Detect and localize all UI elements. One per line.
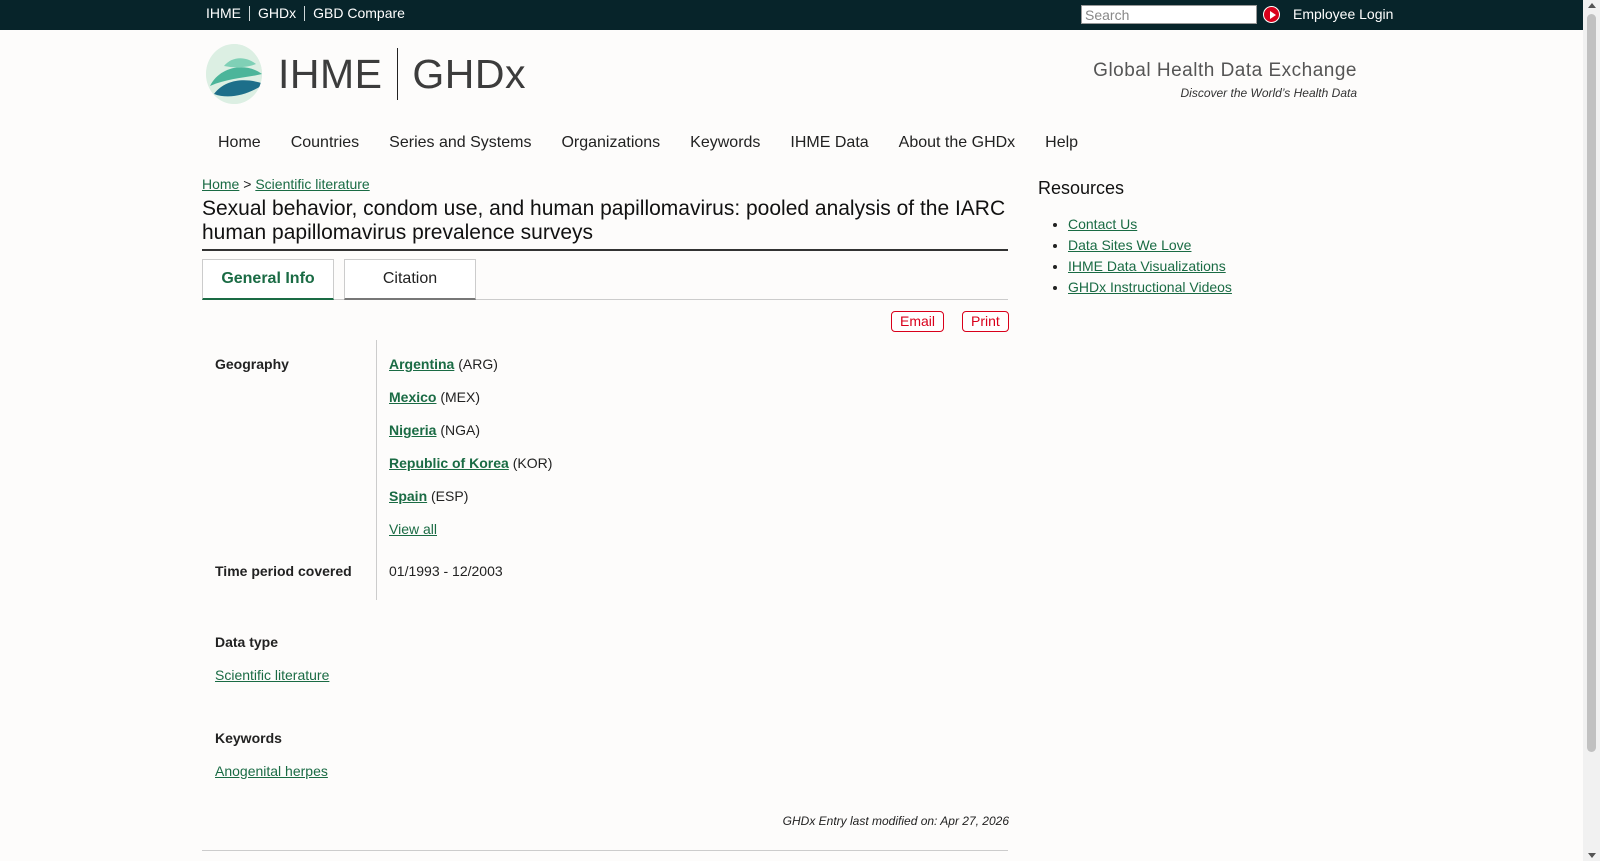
resource-link-visualizations[interactable]: IHME Data Visualizations xyxy=(1068,258,1226,274)
top-bar: IHME GHDx GBD Compare Employee Login xyxy=(0,0,1583,30)
logo-ihme-text: IHME xyxy=(278,50,383,97)
logo-ghdx-text: GHDx xyxy=(412,50,526,97)
field-divider xyxy=(376,340,377,600)
scroll-down-arrow-icon[interactable] xyxy=(1588,853,1596,858)
search-submit-button[interactable] xyxy=(1263,6,1280,23)
data-type-link[interactable]: Scientific literature xyxy=(215,667,329,683)
view-all-link[interactable]: View all xyxy=(389,521,437,537)
breadcrumb-separator: > xyxy=(243,176,252,192)
top-link-gbd-compare[interactable]: GBD Compare xyxy=(304,6,413,21)
keywords-label: Keywords xyxy=(215,730,282,746)
resource-link-contact-us[interactable]: Contact Us xyxy=(1068,216,1137,232)
country-link-argentina[interactable]: Argentina xyxy=(389,356,454,372)
country-code: (NGA) xyxy=(440,422,481,438)
resources-list: Contact Us Data Sites We Love IHME Data … xyxy=(1068,214,1232,298)
tab-general-info[interactable]: General Info xyxy=(202,259,334,300)
resource-link-videos[interactable]: GHDx Instructional Videos xyxy=(1068,279,1232,295)
scrollbar-thumb[interactable] xyxy=(1587,14,1596,752)
tagline-title: Global Health Data Exchange xyxy=(1093,60,1357,81)
time-period-label: Time period covered xyxy=(215,563,352,579)
country-link-mexico[interactable]: Mexico xyxy=(389,389,436,405)
resource-item: IHME Data Visualizations xyxy=(1068,256,1232,277)
nav-countries[interactable]: Countries xyxy=(276,132,374,154)
top-links: IHME GHDx GBD Compare xyxy=(206,6,413,21)
tagline-subtitle: Discover the World’s Health Data xyxy=(1180,86,1357,100)
resource-item: Data Sites We Love xyxy=(1068,235,1232,256)
data-type-label: Data type xyxy=(215,634,279,650)
nav-series-and-systems[interactable]: Series and Systems xyxy=(374,132,546,154)
country-code: (ESP) xyxy=(431,488,469,504)
nav-home[interactable]: Home xyxy=(203,132,276,154)
vertical-scrollbar[interactable] xyxy=(1583,0,1600,861)
keyword-link[interactable]: Anogenital herpes xyxy=(215,763,328,779)
breadcrumb-current-link[interactable]: Scientific literature xyxy=(255,176,369,192)
country-link-republic-of-korea[interactable]: Republic of Korea xyxy=(389,455,509,471)
country-link-nigeria[interactable]: Nigeria xyxy=(389,422,436,438)
nav-ihme-data[interactable]: IHME Data xyxy=(775,132,883,154)
geography-item: Nigeria (NGA) xyxy=(389,422,480,438)
nav-organizations[interactable]: Organizations xyxy=(546,132,675,154)
geography-item: Mexico (MEX) xyxy=(389,389,480,405)
breadcrumb: Home > Scientific literature xyxy=(202,176,370,192)
geography-item: Argentina (ARG) xyxy=(389,356,498,372)
nav-help[interactable]: Help xyxy=(1030,132,1093,154)
employee-login-link[interactable]: Employee Login xyxy=(1293,6,1393,22)
top-link-ihme[interactable]: IHME xyxy=(206,6,249,21)
search-input[interactable] xyxy=(1081,5,1257,24)
breadcrumb-home-link[interactable]: Home xyxy=(202,176,239,192)
country-code: (KOR) xyxy=(512,455,553,471)
email-button[interactable]: Email xyxy=(891,311,945,332)
geography-item: Spain (ESP) xyxy=(389,488,468,504)
country-link-spain[interactable]: Spain xyxy=(389,488,427,504)
last-modified-text: GHDx Entry last modified on: Apr 27, 202… xyxy=(782,814,1009,828)
play-arrow-icon xyxy=(1269,10,1276,19)
ihme-leaf-icon xyxy=(206,44,263,104)
main-nav: Home Countries Series and Systems Organi… xyxy=(203,132,1093,154)
country-code: (MEX) xyxy=(440,389,481,405)
logo-divider xyxy=(396,48,399,100)
content-divider xyxy=(202,850,1008,851)
scroll-up-arrow-icon[interactable] xyxy=(1588,3,1596,8)
tab-citation[interactable]: Citation xyxy=(344,259,476,300)
print-button[interactable]: Print xyxy=(962,311,1009,332)
resources-title: Resources xyxy=(1038,178,1125,198)
time-period-value: 01/1993 - 12/2003 xyxy=(389,563,503,579)
site-logo[interactable]: IHME GHDx xyxy=(206,44,526,104)
country-code: (ARG) xyxy=(458,356,498,372)
geography-label: Geography xyxy=(215,356,289,372)
tagline: Global Health Data Exchange Discover the… xyxy=(1093,60,1357,100)
nav-about-the-ghdx[interactable]: About the GHDx xyxy=(884,132,1031,154)
geography-view-all-row: View all xyxy=(389,521,437,537)
resource-item: Contact Us xyxy=(1068,214,1232,235)
nav-keywords[interactable]: Keywords xyxy=(675,132,775,154)
resource-link-data-sites[interactable]: Data Sites We Love xyxy=(1068,237,1191,253)
tab-bar: General Info Citation xyxy=(202,259,1008,300)
resource-item: GHDx Instructional Videos xyxy=(1068,277,1232,298)
geography-item: Republic of Korea (KOR) xyxy=(389,455,552,471)
page-title: Sexual behavior, condom use, and human p… xyxy=(202,197,1008,251)
top-link-ghdx[interactable]: GHDx xyxy=(249,6,304,21)
